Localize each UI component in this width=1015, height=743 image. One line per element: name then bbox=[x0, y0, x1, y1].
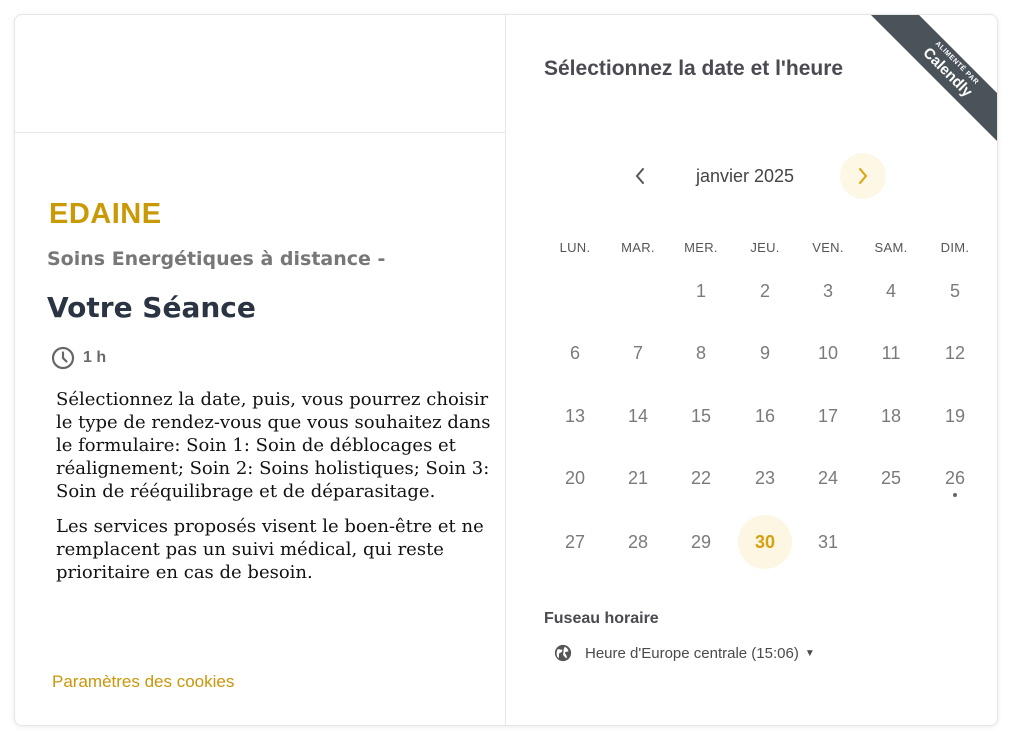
calendar-day-number: 22 bbox=[690, 467, 712, 488]
header-area bbox=[15, 15, 505, 133]
calendar-day-number: 17 bbox=[817, 405, 839, 426]
duration-text: 1 h bbox=[83, 349, 107, 366]
calendar-day-number: 6 bbox=[569, 342, 580, 363]
calendar-day-number: 29 bbox=[690, 531, 712, 552]
timezone-label: Fuseau horaire bbox=[544, 610, 659, 627]
calendar-day: 4 bbox=[864, 264, 918, 318]
weekday-label: SAM. bbox=[874, 240, 908, 255]
calendar-day: 11 bbox=[864, 326, 918, 380]
description-paragraph-2: Les services proposés visent le boen-êtr… bbox=[56, 516, 484, 583]
weekday-label: LUN. bbox=[559, 240, 591, 255]
brand-name: EDAINE bbox=[49, 198, 162, 230]
clock-icon bbox=[51, 346, 75, 370]
description-paragraph-1: Sélectionnez la date, puis, vous pourrez… bbox=[56, 389, 491, 502]
timezone-select[interactable]: Heure d'Europe centrale (15:06) ▼ bbox=[554, 641, 815, 665]
calendar-day: 13 bbox=[548, 389, 602, 443]
calendar-day: 8 bbox=[674, 326, 728, 380]
booking-card: EDAINE Soins Energétiques à distance - V… bbox=[14, 14, 998, 726]
calendar-day-number: 13 bbox=[564, 405, 586, 426]
calendar-panel: Sélectionnez la date et l'heure ALIMENTÉ… bbox=[506, 15, 997, 725]
weekday-label: DIM. bbox=[940, 240, 970, 255]
event-title: Votre Séance bbox=[47, 291, 256, 324]
event-details-panel: EDAINE Soins Energétiques à distance - V… bbox=[15, 15, 506, 725]
calendar-day: 20 bbox=[548, 451, 602, 505]
calendar-day-number: 3 bbox=[822, 280, 833, 301]
calendar-day-number: 11 bbox=[881, 342, 901, 363]
availability-dot bbox=[953, 493, 957, 497]
calendar-day-number: 19 bbox=[944, 405, 966, 426]
calendar-day-number: 15 bbox=[690, 405, 712, 426]
calendar-day-number: 4 bbox=[885, 280, 896, 301]
calendar-day: 29 bbox=[674, 515, 728, 569]
month-navigation: janvier 2025 bbox=[616, 152, 906, 200]
calendar-day-number: 30 bbox=[754, 531, 776, 552]
calendar-day: 18 bbox=[864, 389, 918, 443]
calendar-day-number: 10 bbox=[817, 342, 839, 363]
calendar-day-number: 8 bbox=[695, 342, 706, 363]
calendar-day-number: 14 bbox=[627, 405, 649, 426]
calendar-day: 19 bbox=[928, 389, 982, 443]
cookie-settings-link[interactable]: Paramètres des cookies bbox=[52, 672, 234, 692]
event-description: Sélectionnez la date, puis, vous pourrez… bbox=[56, 388, 494, 596]
duration-row: 1 h bbox=[51, 345, 106, 371]
globe-icon bbox=[554, 644, 572, 662]
calendar-day-number: 16 bbox=[754, 405, 776, 426]
calendar-day: 17 bbox=[801, 389, 855, 443]
calendar-day-number: 2 bbox=[759, 280, 770, 301]
calendar-day: 10 bbox=[801, 326, 855, 380]
calendar-day: 5 bbox=[928, 264, 982, 318]
calendar-day-number: 28 bbox=[627, 531, 649, 552]
calendar-day: 21 bbox=[611, 451, 665, 505]
calendar-day: 12 bbox=[928, 326, 982, 380]
event-subtitle: Soins Energétiques à distance - bbox=[47, 248, 386, 270]
calendar-day-number: 7 bbox=[632, 342, 643, 363]
calendar-day-number: 18 bbox=[880, 405, 902, 426]
calendar-day-number: 5 bbox=[949, 280, 960, 301]
weekday-label: MER. bbox=[684, 240, 718, 255]
weekday-label: JEU. bbox=[750, 240, 780, 255]
calendar-day: 14 bbox=[611, 389, 665, 443]
calendar-day: 31 bbox=[801, 515, 855, 569]
weekday-label: MAR. bbox=[621, 240, 655, 255]
chevron-right-icon bbox=[859, 168, 868, 184]
calendar-day: 1 bbox=[674, 264, 728, 318]
powered-by-ribbon[interactable]: ALIMENTÉ PAR Calendly bbox=[870, 15, 997, 150]
calendar-day-number: 23 bbox=[754, 467, 776, 488]
calendar-day: 6 bbox=[548, 326, 602, 380]
chevron-left-icon bbox=[635, 168, 644, 184]
calendar-day: 2 bbox=[738, 264, 792, 318]
calendar-day: 26 bbox=[928, 451, 982, 505]
calendar-day: 15 bbox=[674, 389, 728, 443]
calendar-day-number: 31 bbox=[817, 531, 839, 552]
calendar-day: 23 bbox=[738, 451, 792, 505]
calendar-day-number: 21 bbox=[627, 467, 649, 488]
weekday-label: VEN. bbox=[812, 240, 844, 255]
calendar-day: 25 bbox=[864, 451, 918, 505]
calendar-day: 22 bbox=[674, 451, 728, 505]
calendar-day-number: 24 bbox=[817, 467, 839, 488]
current-month: janvier 2025 bbox=[696, 166, 795, 186]
calendar-day: 28 bbox=[611, 515, 665, 569]
next-month-button[interactable] bbox=[840, 153, 886, 199]
calendar-day-today: 30 bbox=[738, 515, 792, 569]
calendar-day: 16 bbox=[738, 389, 792, 443]
calendar-day-number: 20 bbox=[564, 467, 586, 488]
calendar-day-number: 25 bbox=[880, 467, 902, 488]
calendar-day-number: 9 bbox=[759, 342, 770, 363]
previous-month-button[interactable] bbox=[624, 160, 656, 192]
calendar-day: 3 bbox=[801, 264, 855, 318]
select-date-title: Sélectionnez la date et l'heure bbox=[544, 57, 844, 80]
caret-down-icon: ▼ bbox=[804, 647, 815, 659]
calendar-day: 7 bbox=[611, 326, 665, 380]
calendar-day-number: 1 bbox=[695, 280, 706, 301]
calendar-day-number: 27 bbox=[564, 531, 586, 552]
calendar-day: 27 bbox=[548, 515, 602, 569]
calendar-day: 9 bbox=[738, 326, 792, 380]
calendar-day: 24 bbox=[801, 451, 855, 505]
calendar-day-number: 26 bbox=[944, 467, 966, 488]
timezone-value: Heure d'Europe centrale (15:06) bbox=[585, 644, 799, 662]
calendar-day-number: 12 bbox=[944, 342, 966, 363]
